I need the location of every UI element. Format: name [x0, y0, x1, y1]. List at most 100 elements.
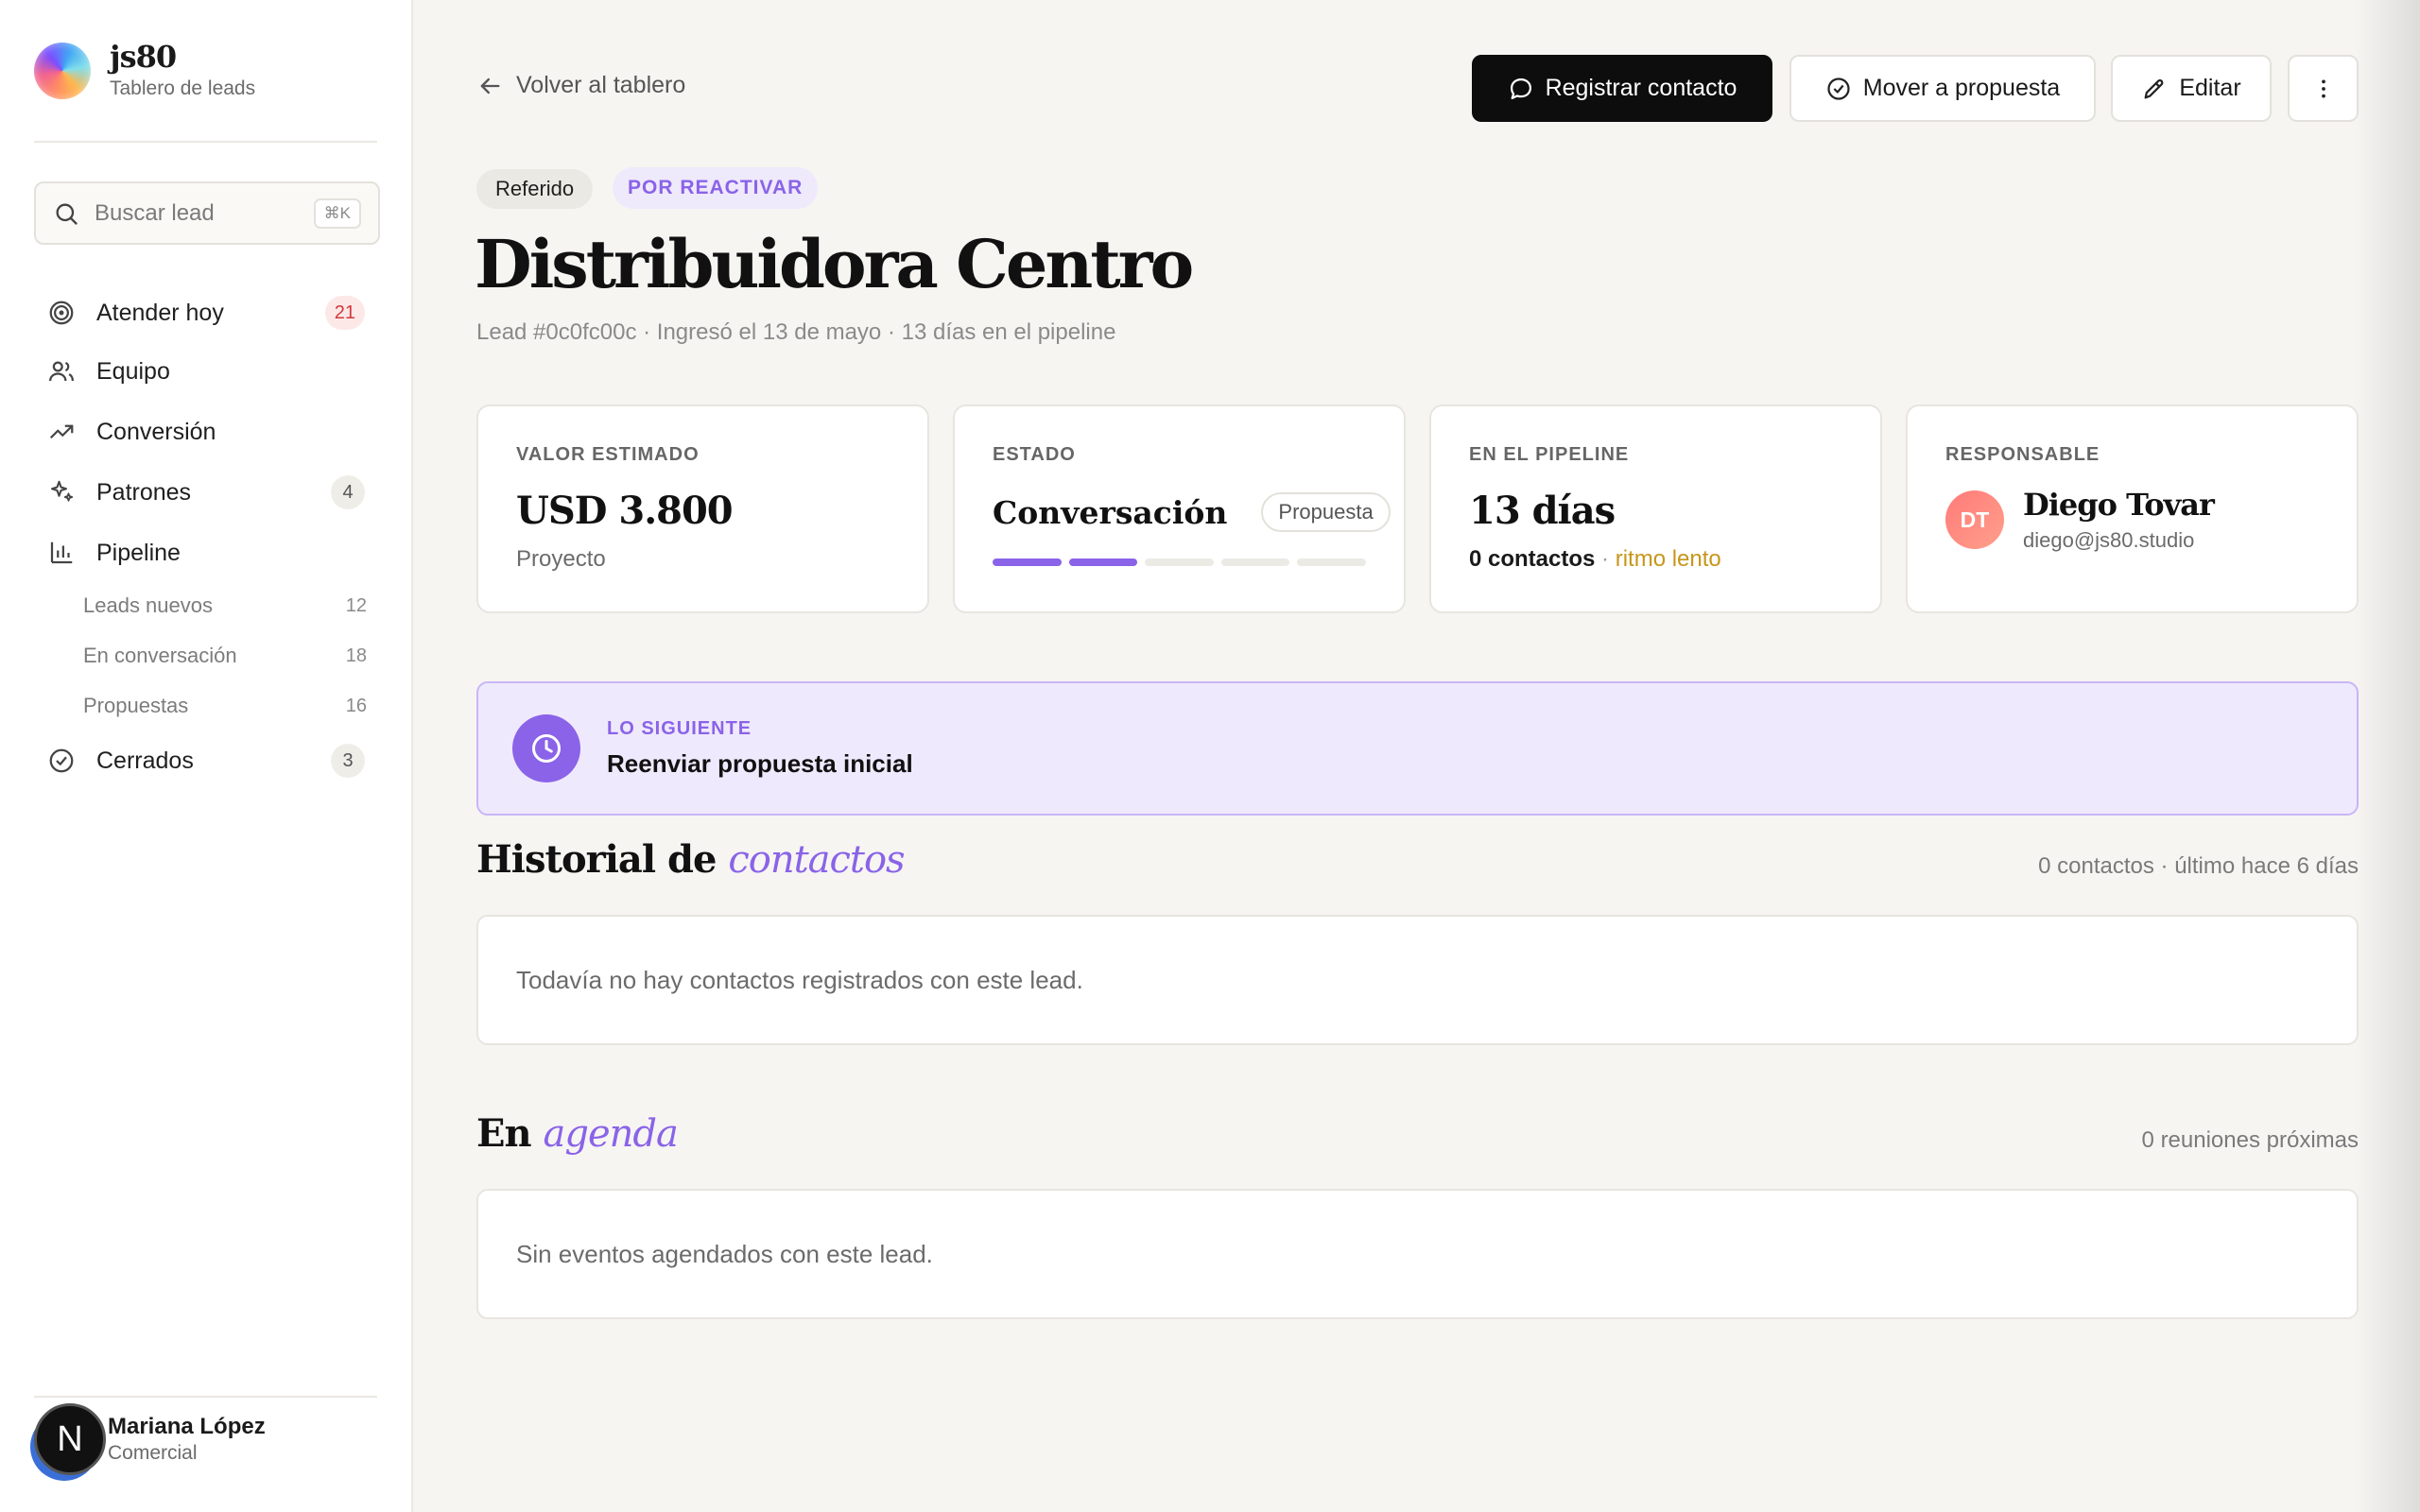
progress-segment — [1220, 558, 1290, 566]
avatar: DT — [1945, 490, 2004, 549]
sidebar: js80 Tablero de leads Buscar lead ⌘K Ate… — [0, 0, 413, 1512]
edit-label: Editar — [2179, 75, 2241, 101]
contacts-count: 0 contactos — [1469, 546, 1596, 572]
sidebar-subitem-proposals[interactable]: Propuestas 16 — [83, 687, 367, 725]
brand-logo — [34, 43, 91, 99]
back-label: Volver al tablero — [516, 72, 686, 98]
search-placeholder: Buscar lead — [95, 199, 215, 226]
value-type: Proyecto — [516, 546, 606, 572]
progress-segment — [1068, 558, 1138, 566]
card-label: VALOR ESTIMADO — [516, 444, 700, 465]
agenda-meta: 0 reuniones próximas — [2141, 1127, 2359, 1153]
pencil-icon — [2144, 78, 2164, 98]
check-circle-icon — [49, 748, 74, 773]
owner-email: diego@js80.studio — [2023, 528, 2195, 552]
owner-card: RESPONSABLE DT Diego Tovar diego@js80.st… — [1906, 404, 2359, 613]
move-to-proposal-label: Mover a propuesta — [1862, 75, 2061, 101]
nav-label: Cerrados — [96, 747, 194, 774]
nav-label: Atender hoy — [96, 299, 224, 326]
users-icon — [49, 361, 74, 382]
nav-label: Equipo — [96, 357, 170, 385]
subitem-count: 16 — [345, 695, 367, 716]
check-circle-icon — [1827, 77, 1850, 100]
subitem-count: 12 — [345, 594, 367, 616]
count-badge: 21 — [324, 296, 365, 330]
estimated-value-card: VALOR ESTIMADO USD 3.800 Proyecto — [476, 404, 929, 613]
target-icon — [49, 301, 74, 325]
agenda-title-plain: En — [476, 1111, 544, 1156]
nav-item-conversion[interactable]: Conversión — [34, 408, 380, 455]
sidebar-subitem-new-leads[interactable]: Leads nuevos 12 — [83, 587, 367, 625]
clock-icon — [532, 734, 561, 763]
next-step-banner[interactable]: LO SIGUIENTE Reenviar propuesta inicial — [476, 681, 2359, 816]
source-tag: Referido — [476, 169, 594, 209]
search-icon — [56, 203, 78, 225]
pipeline-card: EN EL PIPELINE 13 días 0 contactos · rit… — [1429, 404, 1882, 613]
move-to-proposal-button[interactable]: Mover a propuesta — [1789, 55, 2096, 122]
state-card: ESTADO Conversación Propuesta — [953, 404, 1406, 613]
nav-item-team[interactable]: Equipo — [34, 348, 380, 395]
card-label: EN EL PIPELINE — [1469, 444, 1630, 465]
stage-progress — [993, 558, 1366, 566]
progress-segment — [1297, 558, 1366, 566]
status-badge: POR REACTIVAR — [613, 167, 819, 209]
next-step-label: LO SIGUIENTE — [607, 718, 752, 739]
progress-segment — [1145, 558, 1214, 566]
page-title: Distribuidora Centro — [475, 225, 1194, 303]
sidebar-subitem-in-conversation[interactable]: En conversación 18 — [83, 637, 367, 675]
divider — [34, 141, 377, 143]
subitem-label: Propuestas — [83, 694, 189, 717]
bar-chart-icon — [50, 541, 73, 564]
user-profile[interactable]: N Mariana López Comercial — [34, 1403, 266, 1475]
next-stage-pill: Propuesta — [1261, 492, 1391, 532]
nav-item-attend-today[interactable]: Atender hoy 21 — [34, 289, 380, 336]
history-title-plain: Historial de — [476, 837, 729, 882]
state-name: Conversación — [993, 493, 1228, 531]
user-name: Mariana López — [108, 1414, 266, 1439]
brand[interactable]: js80 Tablero de leads — [34, 42, 255, 100]
nav-item-patterns[interactable]: Patrones 4 — [34, 469, 380, 516]
brand-name: js80 — [110, 39, 177, 75]
register-contact-button[interactable]: Registrar contacto — [1472, 55, 1772, 122]
card-label: RESPONSABLE — [1945, 444, 2100, 465]
next-step-title: Reenviar propuesta inicial — [607, 749, 913, 778]
brand-subtitle: Tablero de leads — [110, 77, 256, 99]
count-badge: 4 — [331, 475, 365, 509]
history-title-accent: contactos — [728, 838, 905, 882]
separator: · — [1595, 546, 1616, 572]
nav-item-pipeline[interactable]: Pipeline — [34, 529, 380, 576]
pipeline-days: 13 días — [1469, 489, 1616, 533]
progress-segment — [993, 558, 1062, 566]
edit-button[interactable]: Editar — [2111, 55, 2272, 122]
subitem-count: 18 — [345, 644, 367, 666]
next-step-icon-circle — [512, 714, 580, 782]
avatar: N — [34, 1403, 106, 1475]
nav-item-closed[interactable]: Cerrados 3 — [34, 737, 380, 784]
user-role: Comercial — [108, 1442, 198, 1464]
back-link[interactable]: Volver al tablero — [476, 72, 685, 99]
lead-meta: Lead #0c0fc00c · Ingresó el 13 de mayo ·… — [476, 319, 1116, 345]
nav-label: Pipeline — [96, 539, 181, 566]
nav-label: Patrones — [96, 478, 192, 506]
more-vertical-icon — [2321, 79, 2325, 97]
pace-label: ritmo lento — [1615, 546, 1721, 572]
more-options-button[interactable] — [2288, 55, 2359, 122]
estimated-value: USD 3.800 — [516, 489, 734, 533]
count-badge: 3 — [331, 744, 365, 778]
subitem-label: En conversación — [83, 644, 237, 667]
register-contact-label: Registrar contacto — [1545, 75, 1737, 101]
agenda-title-accent: agenda — [543, 1112, 679, 1156]
history-meta: 0 contactos · último hace 6 días — [2038, 853, 2359, 879]
chat-bubble-icon — [1510, 77, 1531, 99]
sparkles-icon — [51, 480, 74, 502]
subitem-label: Leads nuevos — [83, 593, 213, 617]
card-label: ESTADO — [993, 444, 1076, 465]
divider — [34, 1396, 377, 1398]
shortcut-hint: ⌘K — [313, 198, 361, 229]
owner-name: Diego Tovar — [2023, 487, 2215, 523]
search-input[interactable]: Buscar lead ⌘K — [34, 181, 380, 245]
agenda-title: En agenda — [476, 1111, 679, 1156]
edge-shadow — [2354, 0, 2420, 1512]
arrow-left-icon — [480, 77, 500, 94]
agenda-empty-state: Sin eventos agendados con este lead. — [476, 1189, 2359, 1319]
